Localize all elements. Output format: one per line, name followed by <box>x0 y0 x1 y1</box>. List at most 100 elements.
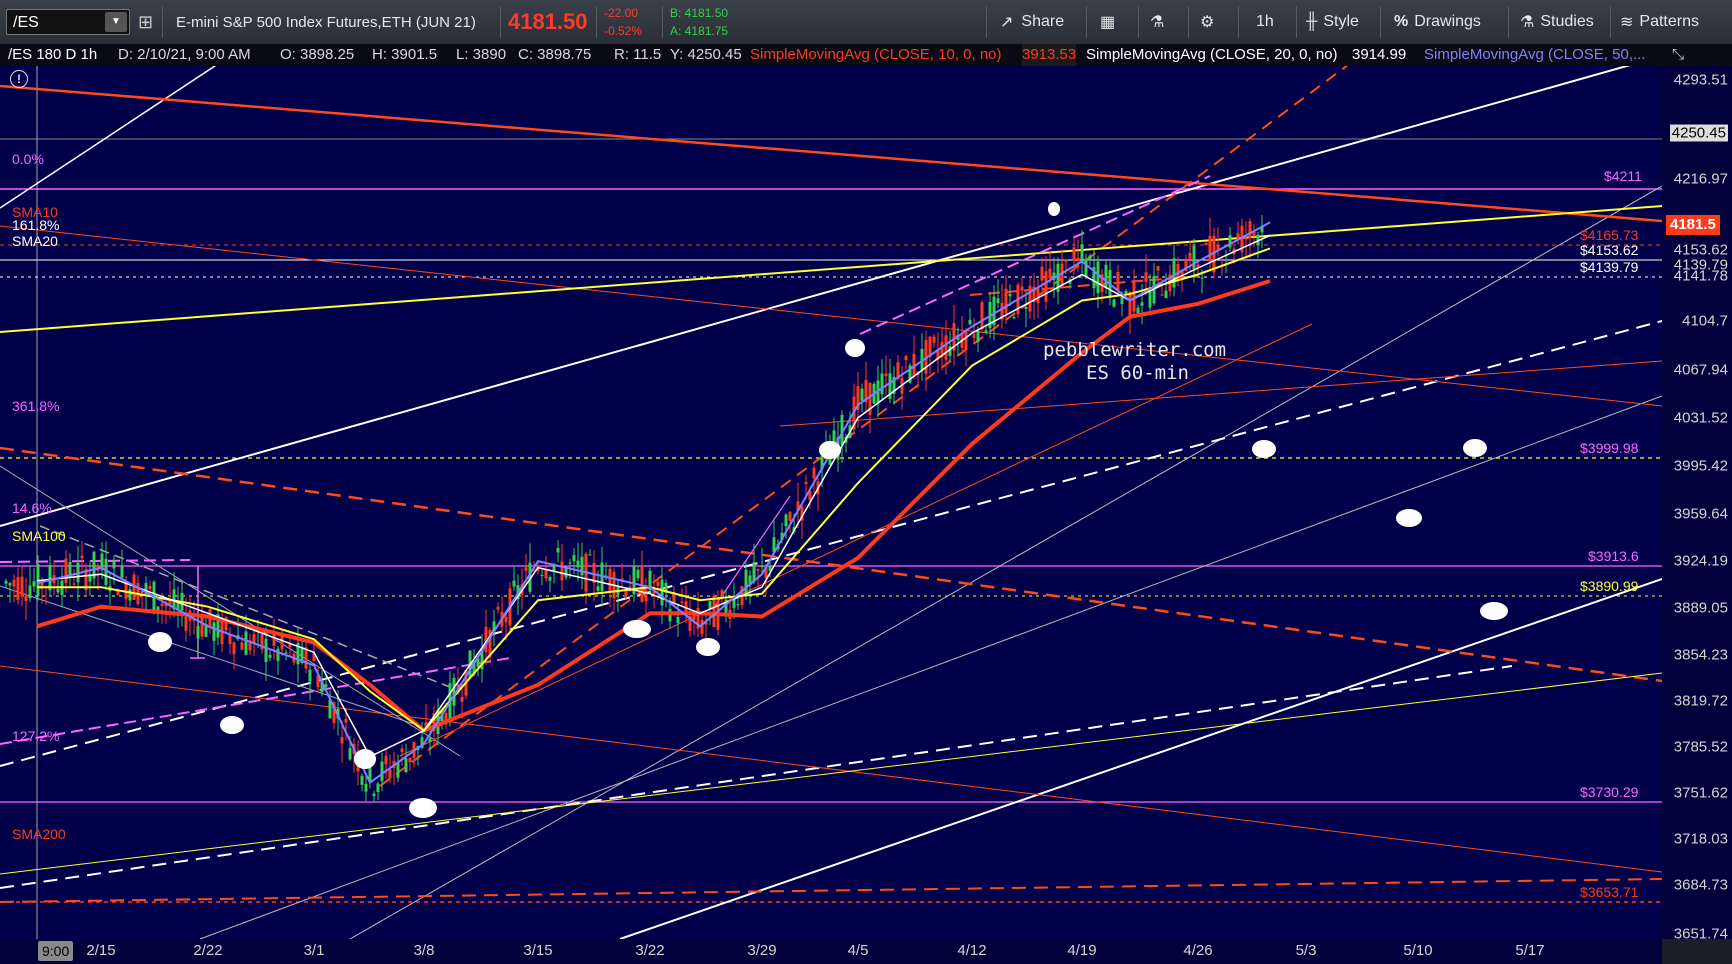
trend-white-dash-2 <box>0 665 1513 889</box>
fib-161-label: 161.8% <box>12 217 60 233</box>
candle-body <box>376 783 380 792</box>
candle-body <box>980 302 984 330</box>
trend-yellow-2 <box>0 672 1662 875</box>
flask-button[interactable]: ⚗ <box>1150 0 1164 44</box>
collapse-icon[interactable]: ⤡ <box>1672 44 1684 66</box>
candle-body <box>1064 259 1068 262</box>
candle-body <box>408 757 412 763</box>
date-tick-label: 3/22 <box>635 942 665 959</box>
candle-body <box>1248 221 1252 239</box>
candle-body <box>1028 285 1032 312</box>
flask-icon: ⚗ <box>1150 14 1165 31</box>
tag-3730: $3730.29 <box>1580 784 1639 800</box>
candle-body <box>460 697 464 702</box>
chevron-down-icon[interactable]: ▼ <box>105 12 127 32</box>
exclamation-icon[interactable]: ! <box>10 70 28 88</box>
candle-body <box>1072 247 1076 261</box>
candle-body <box>540 575 544 577</box>
gear-icon: ⚙ <box>1200 14 1215 31</box>
studies-button[interactable]: ⚗ Studies <box>1520 0 1594 44</box>
date-tick-label: 4/26 <box>1183 942 1213 959</box>
trend-gray-1 <box>0 465 461 757</box>
candle-body <box>344 718 348 723</box>
candle-body <box>4 580 8 584</box>
candle-body <box>244 631 248 655</box>
trend-orange-thin-3 <box>399 323 1313 757</box>
price-chart[interactable]: 0.0% SMA10 161.8% SMA20 361.8% 14.6% SMA… <box>0 66 1662 939</box>
candle-body <box>608 568 612 592</box>
grid-icon[interactable]: ⊞ <box>138 0 153 44</box>
sma10-label: SimpleMovingAvg (CLOSE, 10, 0, no) <box>750 46 1002 63</box>
candle-body <box>1144 272 1148 282</box>
candle-body <box>1104 264 1108 289</box>
candle-body <box>1020 286 1024 291</box>
candle-body <box>656 581 660 586</box>
symbol-description: E-mini S&P 500 Index Futures,ETH (JUN 21… <box>176 13 476 31</box>
candle-body <box>1120 297 1124 304</box>
candle-body <box>360 775 364 785</box>
candle-body <box>1188 252 1192 259</box>
patterns-button[interactable]: ≋ Patterns <box>1620 0 1699 44</box>
candle-body <box>264 638 268 662</box>
candle-body <box>1192 245 1196 270</box>
trend-orange-1 <box>0 84 1662 223</box>
symbol-input[interactable]: /ES ▼ <box>6 9 130 35</box>
sma50-line <box>37 247 1271 732</box>
share-button[interactable]: ↗ Share <box>1000 0 1064 44</box>
price-tick-label: 3751.62 <box>1673 784 1728 802</box>
marker <box>1480 602 1508 620</box>
marker <box>409 798 437 818</box>
chart-toolbar: /ES ▼ ⊞ E-mini S&P 500 Index Futures,ETH… <box>0 0 1732 45</box>
candle-body <box>272 634 276 646</box>
sma200-level-label: SMA200 <box>12 826 66 842</box>
date-tick-label: 4/12 <box>957 942 987 959</box>
candle-body <box>560 561 564 581</box>
candle-body <box>12 579 16 587</box>
candle-body <box>556 548 560 553</box>
candle-body <box>504 616 508 623</box>
candle-body <box>636 569 640 579</box>
watermark-caption: ES 60-min <box>1086 362 1189 384</box>
settings-button[interactable]: ⚙ <box>1200 0 1214 44</box>
current-price-flag: 4181.5 <box>1666 215 1720 235</box>
price-change: -22.00 <box>604 6 639 20</box>
candle-body <box>1164 290 1168 299</box>
candle-body <box>20 576 24 597</box>
drawings-button[interactable]: % Drawings <box>1394 0 1481 44</box>
candle-body <box>968 319 972 325</box>
calendar-button[interactable]: ▦ <box>1100 0 1115 44</box>
candle-body <box>1076 257 1080 261</box>
candle-body <box>284 652 288 654</box>
candle-body <box>964 331 968 350</box>
candle-body <box>756 569 760 571</box>
price-tick-label: 4031.52 <box>1673 409 1728 427</box>
candle-body <box>524 567 528 571</box>
price-tick-label: 4250.45 <box>1669 124 1728 142</box>
price-tick-label: 4293.51 <box>1673 71 1728 89</box>
chart-canvas[interactable] <box>0 66 1662 939</box>
price-axis[interactable]: 4293.51 4250.45 4216.97 4153.62 4139.79 4141.… <box>1662 66 1732 943</box>
price-tick-label: 3684.73 <box>1673 876 1728 894</box>
sma20-value: 3914.99 <box>1352 46 1407 63</box>
candle-body <box>996 298 1000 304</box>
sma10-line <box>36 221 1271 785</box>
sma20-line <box>36 234 1271 758</box>
patterns-icon: ≋ <box>1620 14 1634 31</box>
candle-body <box>1040 266 1044 281</box>
candle-body <box>744 569 748 597</box>
candle-body <box>348 748 352 760</box>
candle-body <box>1112 299 1116 307</box>
price-tick-label: 3959.64 <box>1673 505 1728 523</box>
bar-range: R: 11.5 <box>614 46 662 63</box>
tag-4165: $4165.73 <box>1580 227 1639 243</box>
fib-146-label: 14.6% <box>12 500 52 516</box>
price-tick-label: 3889.05 <box>1673 599 1728 617</box>
tag-3890: $3890.99 <box>1580 578 1639 594</box>
price-change-pct: -0.52% <box>604 24 643 38</box>
candle-body <box>1044 271 1048 302</box>
interval-button[interactable]: 1h <box>1256 0 1274 44</box>
candle-body <box>1140 302 1144 306</box>
style-button[interactable]: ╫ Style <box>1306 0 1359 44</box>
date-axis[interactable]: 9:00 2/15 2/22 3/1 3/8 3/15 3/22 3/29 4/5 4/12 4/… <box>0 939 1662 964</box>
candle-body <box>340 737 344 744</box>
